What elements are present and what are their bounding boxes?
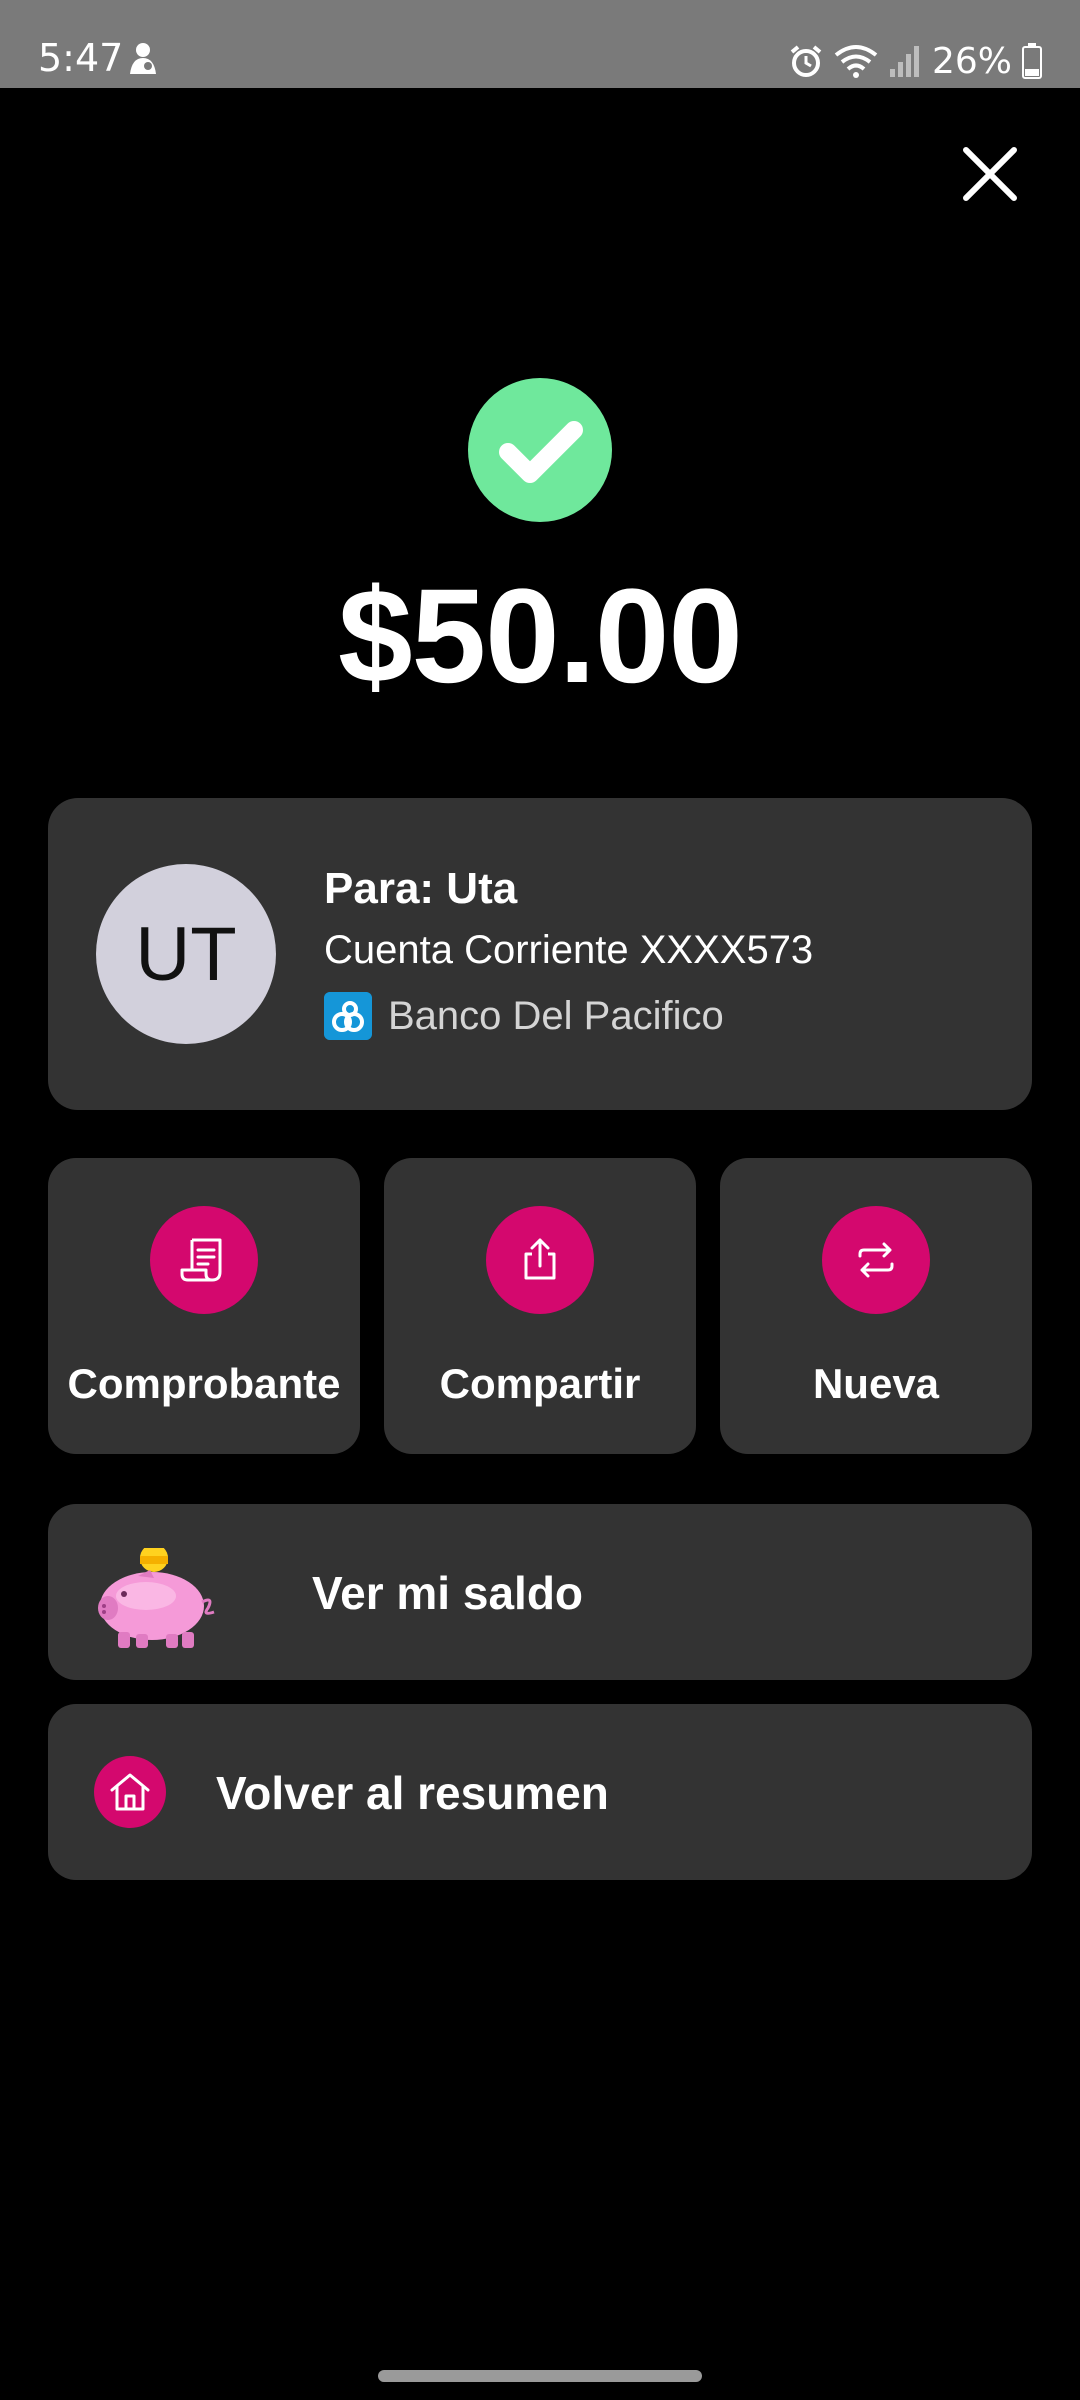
receipt-icon	[150, 1206, 258, 1314]
close-icon	[963, 147, 1017, 201]
back-to-summary-button[interactable]: Volver al resumen	[48, 1704, 1032, 1880]
recipient-name: Para: Uta	[324, 864, 518, 913]
close-button[interactable]	[956, 140, 1024, 208]
status-time: 5:47	[38, 36, 124, 80]
wifi-icon	[834, 45, 878, 78]
alarm-icon	[790, 45, 822, 77]
recipient-account: Cuenta Corriente XXXX573	[324, 928, 814, 972]
recipient-bank: Banco Del Pacifico	[324, 992, 724, 1040]
home-icon	[94, 1756, 166, 1828]
share-icon	[486, 1206, 594, 1314]
back-to-summary-label: Volver al resumen	[216, 1767, 609, 1819]
status-bar: 5:47 26%	[0, 0, 1080, 88]
gesture-home-indicator[interactable]	[378, 2370, 702, 2382]
new-transfer-button[interactable]: Nueva	[720, 1158, 1032, 1454]
status-icons: 26%	[788, 36, 1042, 86]
transfer-amount: $50.00	[338, 562, 743, 711]
view-balance-button[interactable]: Ver mi saldo	[48, 1504, 1032, 1680]
signal-icon	[889, 46, 919, 77]
avatar: UT	[96, 864, 276, 1044]
bank-logo-icon	[324, 992, 372, 1040]
share-label: Compartir	[439, 1360, 641, 1407]
app-notification-icon	[130, 43, 156, 74]
recipient-card: UT Para: Uta Cuenta Corriente XXXX573 Ba…	[48, 798, 1032, 1110]
check-circle-icon	[468, 378, 612, 522]
battery-icon	[1022, 43, 1042, 79]
share-button[interactable]: Compartir	[384, 1158, 696, 1454]
receipt-button[interactable]: Comprobante	[48, 1158, 360, 1454]
receipt-label: Comprobante	[67, 1360, 341, 1407]
piggy-bank-icon	[98, 1548, 215, 1648]
transfer-success-screen: 5:47 26% $50.00 UT Para: Uta Cuenta Corr…	[0, 0, 1080, 2400]
battery-percent: 26%	[931, 40, 1012, 82]
bank-name: Banco Del Pacifico	[388, 993, 724, 1038]
repeat-icon	[822, 1206, 930, 1314]
new-transfer-label: Nueva	[812, 1360, 940, 1407]
view-balance-label: Ver mi saldo	[312, 1567, 584, 1619]
